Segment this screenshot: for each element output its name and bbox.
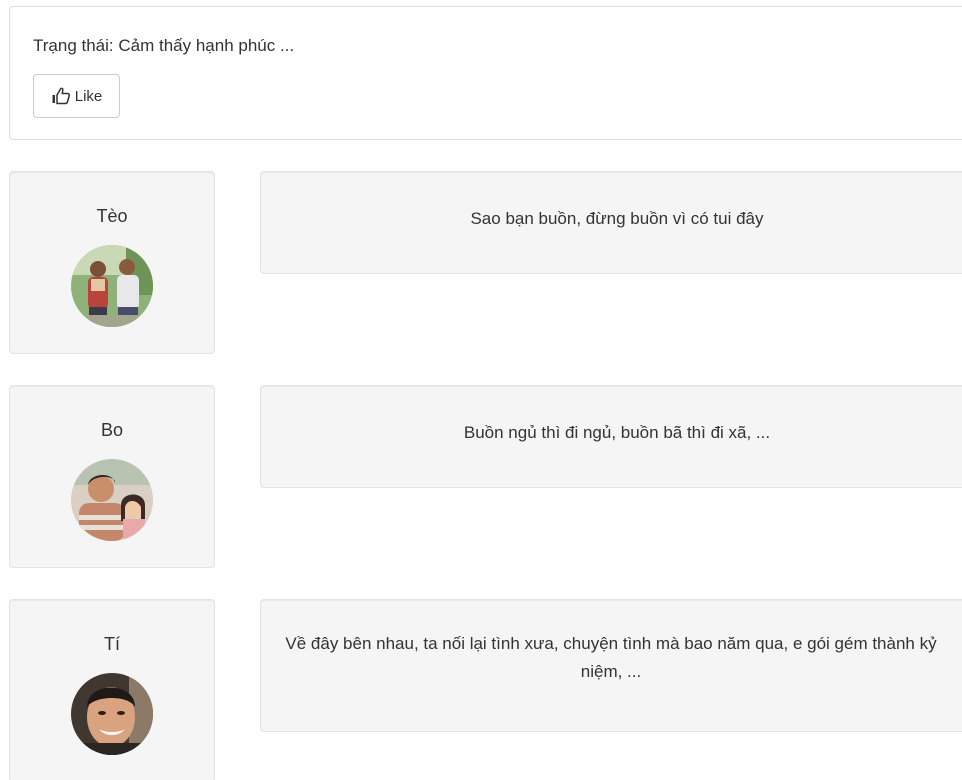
like-label: Like	[74, 87, 103, 105]
thumbs-up-icon	[51, 87, 71, 105]
avatar	[71, 673, 153, 755]
user-name: Tèo	[96, 206, 128, 226]
message-card: Về đây bên nhau, ta nối lại tình xưa, ch…	[260, 599, 962, 732]
message-text: Buồn ngủ thì đi ngủ, buồn bã thì đi xã, …	[463, 423, 771, 442]
like-button[interactable]: Like	[33, 74, 120, 118]
page: Trạng thái: Cảm thấy hạnh phúc ... Like …	[0, 0, 962, 780]
message-card: Buồn ngủ thì đi ngủ, buồn bã thì đi xã, …	[260, 385, 962, 488]
user-card: Tí	[9, 599, 215, 780]
user-card: Bo	[9, 385, 215, 568]
status-panel: Trạng thái: Cảm thấy hạnh phúc ... Like	[9, 6, 962, 140]
message-card: Sao bạn buồn, đừng buồn vì có tui đây	[260, 171, 962, 274]
user-name: Tí	[104, 634, 120, 654]
avatar	[71, 459, 153, 541]
user-name: Bo	[100, 420, 124, 440]
message-text: Sao bạn buồn, đừng buồn vì có tui đây	[470, 209, 764, 228]
avatar	[71, 245, 153, 327]
status-text: Trạng thái: Cảm thấy hạnh phúc ...	[33, 36, 295, 55]
user-card: Tèo	[9, 171, 215, 354]
message-text: Về đây bên nhau, ta nối lại tình xưa, ch…	[285, 634, 937, 681]
